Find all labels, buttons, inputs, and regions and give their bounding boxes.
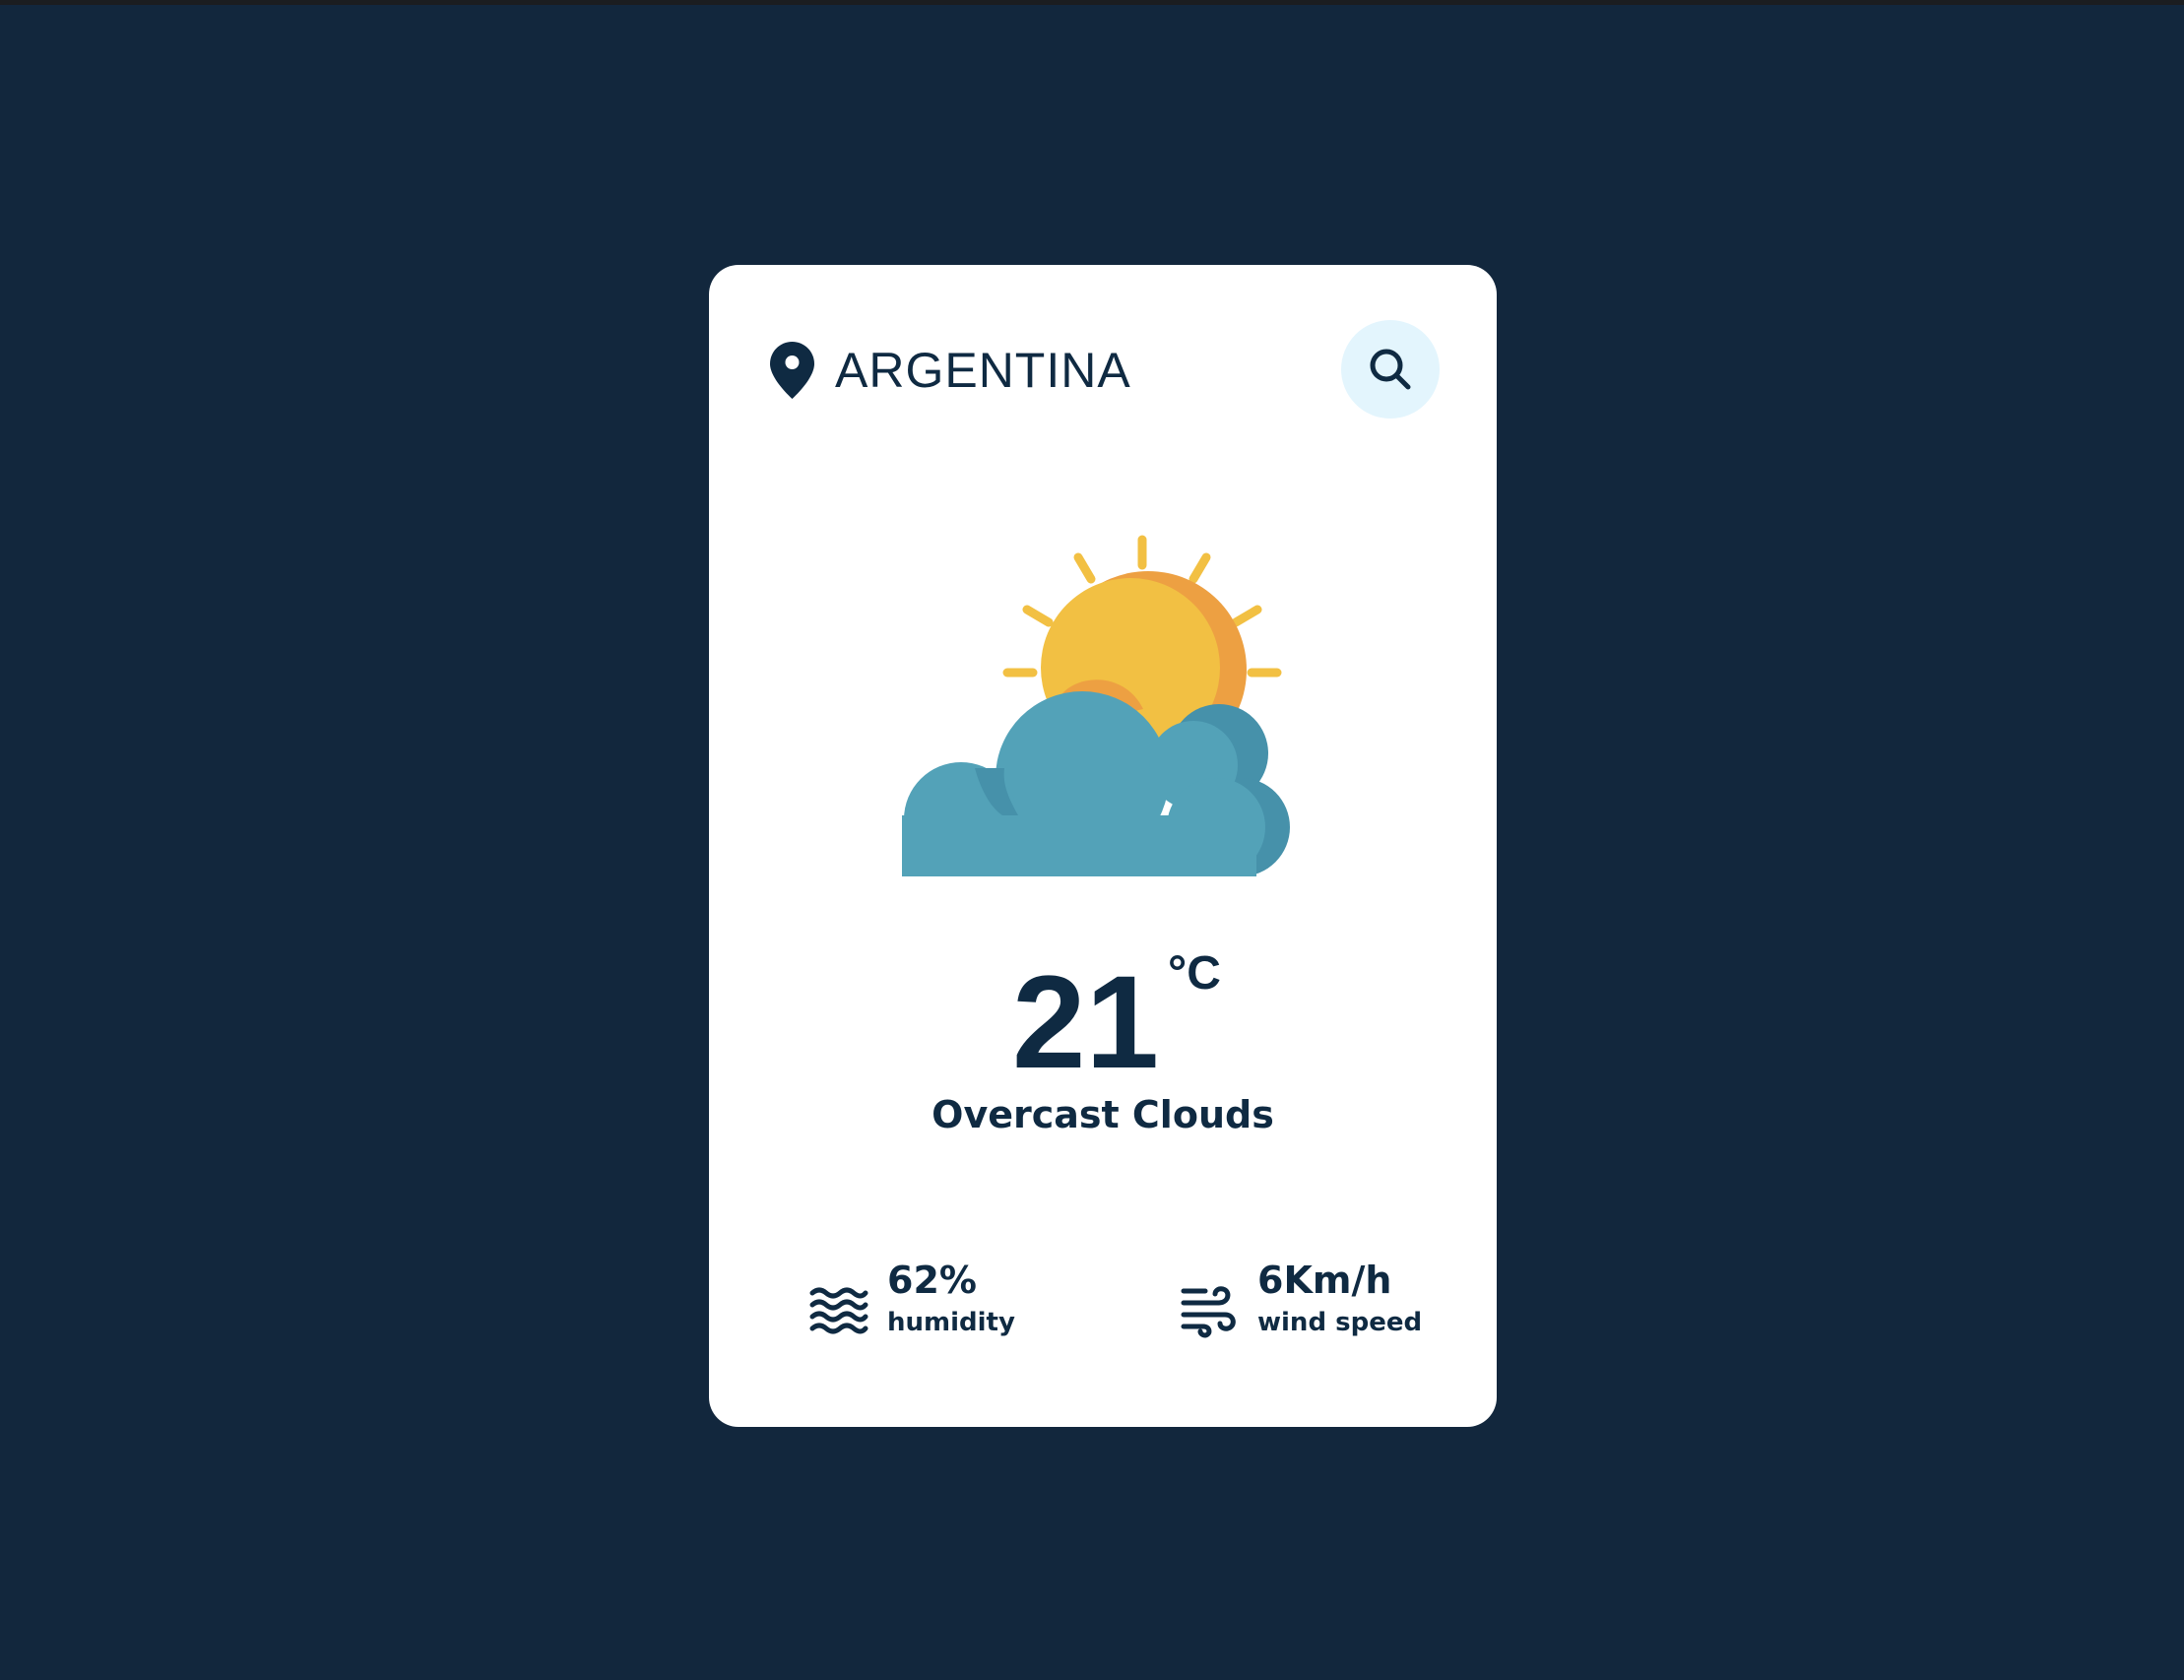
temperature-unit: °C (1168, 947, 1221, 1000)
search-button[interactable] (1341, 320, 1440, 419)
temperature-value: 21 (1012, 949, 1160, 1096)
card-header: ARGENTINA (770, 320, 1440, 419)
wind-stat: 6Km/h wind speed (1180, 1256, 1436, 1354)
humidity-label: humidity (887, 1308, 1015, 1337)
wind-icon (1181, 1286, 1236, 1338)
humidity-stat: 62% humidity (809, 1256, 1065, 1354)
weather-condition: Overcast Clouds (931, 1093, 1274, 1136)
humidity-waves-icon (809, 1287, 868, 1334)
weather-card: ARGENTINA 21 °C Overcast Clouds 62% humi… (709, 265, 1497, 1427)
wind-label: wind speed (1257, 1308, 1423, 1337)
location-name: ARGENTINA (835, 343, 1131, 398)
temperature-display: 21 °C (709, 944, 1497, 1102)
window-top-edge (0, 0, 2184, 5)
partly-cloudy-icon (902, 535, 1290, 876)
humidity-value: 62% (887, 1259, 977, 1302)
search-icon (1370, 349, 1411, 390)
location-pin-icon (770, 342, 814, 399)
wind-value: 6Km/h (1257, 1259, 1392, 1302)
